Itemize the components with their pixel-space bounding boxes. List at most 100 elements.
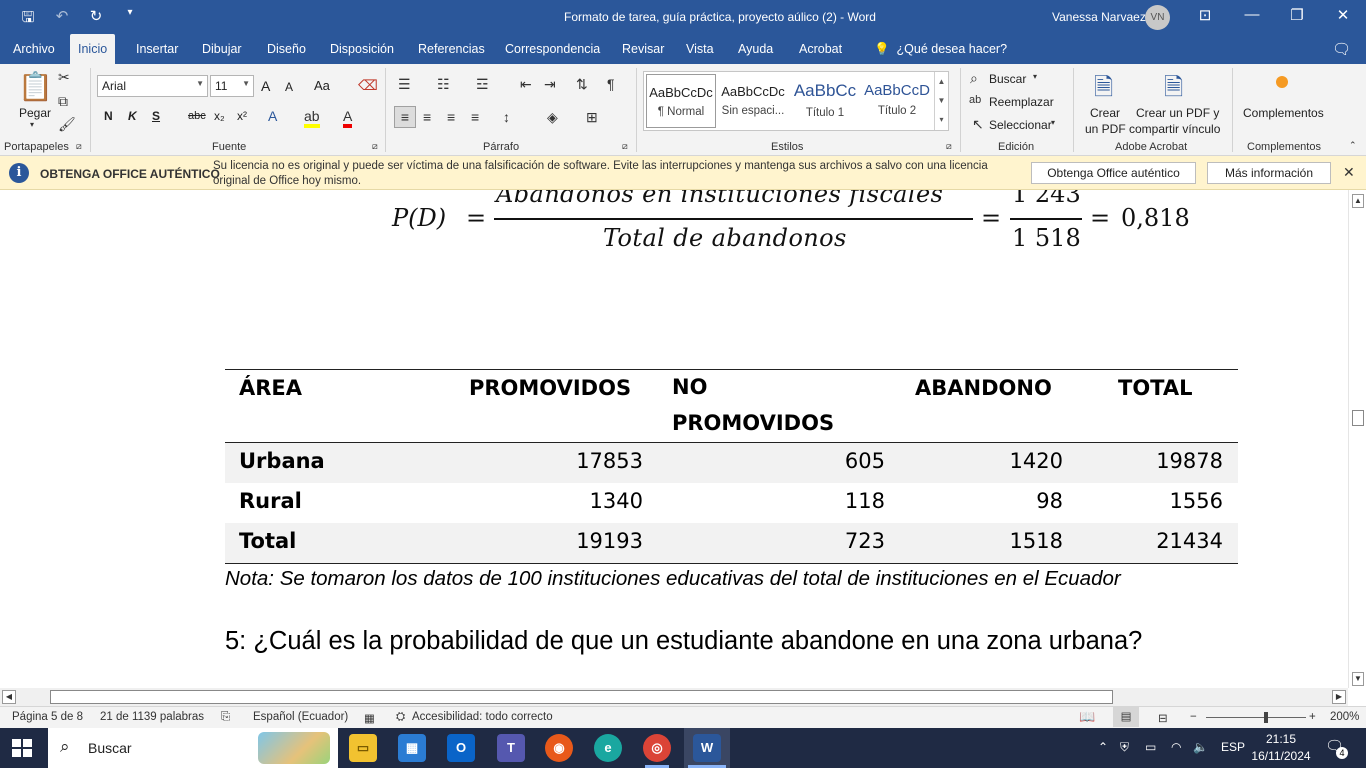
scroll-left-icon[interactable]: ◀	[2, 690, 16, 704]
maximize-icon[interactable]: ❐	[1287, 6, 1307, 24]
chrome-icon[interactable]: ◎	[643, 734, 671, 762]
style-heading-2[interactable]: AaBbCcD Título 2	[862, 74, 932, 128]
bullets-icon[interactable]: ☰	[398, 76, 411, 93]
volume-icon[interactable]: 🔈	[1193, 740, 1208, 754]
zoom-in-icon[interactable]: +	[1309, 711, 1316, 723]
font-color-icon[interactable]: A	[343, 108, 353, 128]
save-icon[interactable]: 🖫	[18, 7, 38, 32]
tab-referencias[interactable]: Referencias	[410, 34, 493, 64]
file-explorer-icon[interactable]: ▭	[349, 734, 377, 762]
font-size-select[interactable]: 11 ▼	[210, 75, 254, 97]
multilevel-list-icon[interactable]: ☲	[476, 76, 489, 93]
clock[interactable]: 21:15 16/11/2024	[1250, 731, 1312, 765]
show-marks-icon[interactable]: ¶	[607, 76, 615, 92]
line-spacing-icon[interactable]: ↕	[503, 109, 510, 125]
text-effects-icon[interactable]: A	[268, 108, 277, 124]
web-layout-icon[interactable]: ⊟	[1158, 711, 1168, 725]
chevron-down-icon[interactable]: ▾	[1051, 118, 1055, 127]
underline-button[interactable]: S	[152, 109, 160, 123]
tell-me-box[interactable]: 💡 ¿Qué desea hacer?	[866, 34, 1015, 64]
close-icon[interactable]: ✕	[1333, 6, 1353, 24]
tab-acrobat[interactable]: Acrobat	[791, 34, 850, 64]
accessibility-status[interactable]: Accesibilidad: todo correcto	[412, 711, 553, 723]
style-no-spacing[interactable]: AaBbCcDc Sin espaci...	[718, 74, 788, 128]
paste-button[interactable]: Pegar	[19, 106, 51, 120]
share-pdf-label-2[interactable]: compartir vínculo	[1129, 122, 1220, 136]
create-pdf-icon[interactable]: 🗎	[1094, 70, 1113, 111]
align-right-icon[interactable]: ≡	[447, 109, 455, 125]
superscript-button[interactable]: x²	[237, 109, 247, 123]
tab-revisar[interactable]: Revisar	[614, 34, 672, 64]
zoom-level[interactable]: 200%	[1330, 711, 1359, 723]
share-pdf-label-1[interactable]: Crear un PDF y	[1136, 106, 1219, 120]
tab-inicio[interactable]: Inicio	[70, 34, 116, 64]
store-icon[interactable]: ▦	[398, 734, 426, 762]
proofing-icon[interactable]: ⎘	[221, 711, 230, 724]
windows-start-icon[interactable]	[12, 739, 32, 757]
style-normal[interactable]: AaBbCcDc ¶ Normal	[646, 74, 716, 128]
tab-dibujar[interactable]: Dibujar	[194, 34, 250, 64]
replace-button[interactable]: Reemplazar	[989, 95, 1054, 109]
user-name[interactable]: Vanessa Narvaez	[1052, 10, 1146, 24]
align-center-icon[interactable]: ≡	[423, 109, 431, 125]
find-button[interactable]: Buscar	[989, 72, 1026, 86]
document-page[interactable]: P(D) = Abandonos en instituciones fiscal…	[0, 190, 1348, 688]
redo-icon[interactable]: ↻	[86, 7, 106, 32]
grow-font-button[interactable]: A	[261, 78, 270, 94]
collapse-ribbon-icon[interactable]: ⌃	[1349, 140, 1357, 151]
tab-correspondencia[interactable]: Correspondencia	[497, 34, 608, 64]
word-count[interactable]: 21 de 1139 palabras	[100, 711, 204, 723]
battery-icon[interactable]: ▭	[1145, 740, 1156, 754]
strikethrough-button[interactable]: abc	[188, 110, 206, 122]
chevron-down-icon[interactable]: ▾	[1033, 72, 1037, 81]
zoom-slider-thumb[interactable]	[1264, 712, 1268, 723]
addins-icon[interactable]	[1276, 76, 1288, 88]
subscript-button[interactable]: x₂	[214, 109, 225, 123]
language-indicator[interactable]: Español (Ecuador)	[253, 711, 348, 723]
horizontal-scrollbar[interactable]: ◀ ▶	[0, 688, 1348, 706]
dialog-launcher-icon[interactable]: ⧄	[76, 141, 82, 152]
tab-vista[interactable]: Vista	[678, 34, 722, 64]
change-case-button[interactable]: Aa	[314, 78, 330, 93]
defender-icon[interactable]: ⛨	[1120, 740, 1129, 755]
get-genuine-office-button[interactable]: Obtenga Office auténtico	[1031, 162, 1196, 184]
more-info-button[interactable]: Más información	[1207, 162, 1331, 184]
tab-archivo[interactable]: Archivo	[5, 34, 63, 64]
scroll-up-icon[interactable]: ▲	[1352, 194, 1364, 208]
tab-diseno[interactable]: Diseño	[259, 34, 314, 64]
styles-scroll[interactable]: ▲ ▼ ▾	[934, 72, 948, 130]
chevron-up-icon[interactable]: ⌃	[1098, 740, 1108, 754]
paste-icon[interactable]: 📋	[18, 70, 53, 103]
align-left-icon[interactable]: ≡	[394, 106, 416, 128]
style-heading-1[interactable]: AaBbCc Título 1	[790, 74, 860, 128]
shading-icon[interactable]: ◈	[547, 109, 558, 126]
tab-insertar[interactable]: Insertar	[128, 34, 186, 64]
comments-icon[interactable]: 🗨	[1332, 40, 1351, 58]
paste-dropdown-icon[interactable]: ▾	[30, 120, 34, 129]
dialog-launcher-icon[interactable]: ⧄	[372, 141, 378, 152]
undo-icon[interactable]: ↶	[52, 7, 72, 32]
highlight-icon[interactable]: ab	[304, 108, 320, 128]
firefox-icon[interactable]: ◉	[545, 734, 573, 762]
print-layout-icon[interactable]: ▤	[1113, 707, 1139, 727]
ribbon-display-icon[interactable]: ⊡	[1195, 6, 1215, 24]
avatar[interactable]: VN	[1145, 5, 1170, 30]
justify-icon[interactable]: ≡	[471, 109, 479, 125]
zoom-slider[interactable]	[1206, 717, 1306, 718]
close-icon[interactable]: ✕	[1343, 164, 1355, 181]
copy-icon[interactable]: ⧉	[58, 93, 68, 110]
increase-indent-icon[interactable]: ⇥	[544, 76, 556, 93]
outlook-icon[interactable]: O	[447, 734, 475, 762]
dialog-launcher-icon[interactable]: ⧄	[622, 141, 628, 152]
bold-button[interactable]: N	[104, 109, 113, 123]
edge-icon[interactable]: e	[594, 734, 622, 762]
addins-button[interactable]: Complementos	[1243, 106, 1324, 120]
cut-icon[interactable]: ✂	[58, 69, 70, 86]
italic-button[interactable]: K	[128, 109, 137, 123]
language-indicator[interactable]: ESP	[1221, 740, 1245, 754]
share-pdf-icon[interactable]: 🗎	[1164, 70, 1183, 111]
shrink-font-button[interactable]: A	[285, 80, 293, 94]
sort-icon[interactable]: ⇅	[576, 76, 588, 93]
clear-formatting-icon[interactable]: ⌫	[358, 77, 378, 94]
select-button[interactable]: Seleccionar	[989, 118, 1052, 132]
